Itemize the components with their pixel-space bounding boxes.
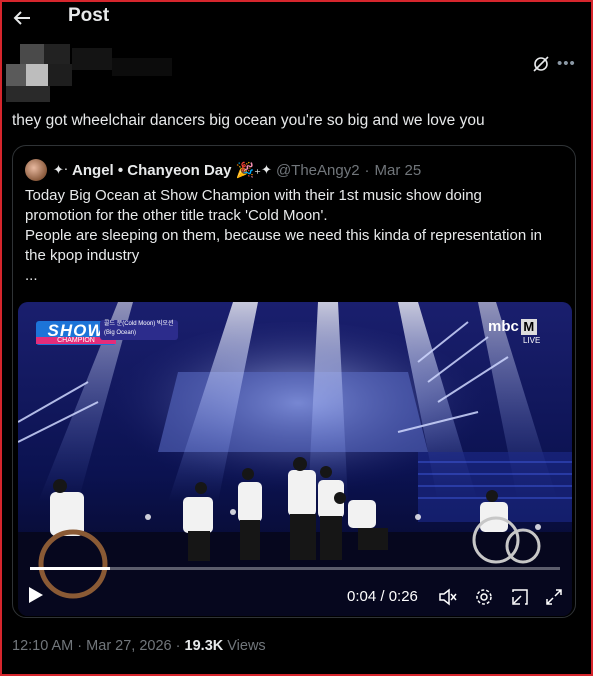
play-icon[interactable] xyxy=(28,586,44,604)
quote-header: ✦⋅ Angel • Chanyeon Day 🎉 ₊✦ @TheAngy2 ·… xyxy=(25,158,421,182)
sparkle-icon: ✦⋅ xyxy=(53,162,69,177)
party-icon: 🎉 xyxy=(235,162,255,179)
quote-line: Today Big Ocean at Show Champion with th… xyxy=(25,187,482,204)
video-controls: 0:04 / 0:26 xyxy=(18,572,572,616)
fullscreen-icon[interactable] xyxy=(544,587,564,607)
quote-line: the kpop industry xyxy=(25,247,140,264)
quote-line: promotion for the other title track 'Col… xyxy=(25,207,328,224)
post-meta: 12:10 AM · Mar 27, 2026 · 19.3K Views xyxy=(12,638,266,654)
grok-icon[interactable] xyxy=(531,54,551,74)
sparkle-icon-2: ₊✦ xyxy=(254,162,272,177)
separator-dot: · xyxy=(77,638,83,654)
views-label: Views xyxy=(227,638,266,654)
quote-author-avatar[interactable] xyxy=(25,159,47,181)
picture-in-picture-icon[interactable] xyxy=(510,587,530,607)
blurred-author-avatar[interactable] xyxy=(6,44,172,102)
post-date[interactable]: Mar 27, 2026 xyxy=(86,638,171,654)
more-icon[interactable]: ••• xyxy=(557,55,576,72)
post-time[interactable]: 12:10 AM xyxy=(12,638,73,654)
video-player[interactable]: SHOW CHAMPION 콜드 문(Cold Moon) 빅오션 (Big O… xyxy=(18,302,572,616)
back-arrow-icon[interactable] xyxy=(10,6,34,30)
video-progress-bar[interactable] xyxy=(30,567,560,570)
video-progress-fill xyxy=(30,567,110,570)
tweet-text: they got wheelchair dancers big ocean yo… xyxy=(12,112,485,129)
quote-handle[interactable]: @TheAngy2 xyxy=(276,162,360,179)
quote-author-name[interactable]: Angel • Chanyeon Day xyxy=(72,162,231,179)
song-tag: 콜드 문(Cold Moon) 빅오션 (Big Ocean) xyxy=(100,320,178,340)
views-count: 19.3K xyxy=(184,638,224,654)
settings-icon[interactable] xyxy=(474,587,494,607)
mute-icon[interactable] xyxy=(438,587,458,607)
quote-body: Today Big Ocean at Show Champion with th… xyxy=(25,186,565,286)
page-header: Post xyxy=(0,0,589,36)
quote-line: ... xyxy=(25,267,38,284)
video-timecode: 0:04 / 0:26 xyxy=(347,588,418,605)
broadcaster-logo: mbc M xyxy=(488,318,537,335)
quoted-tweet[interactable]: ✦⋅ Angel • Chanyeon Day 🎉 ₊✦ @TheAngy2 ·… xyxy=(12,145,576,618)
separator-dot: · xyxy=(175,638,181,654)
quote-time[interactable]: Mar 25 xyxy=(375,162,422,179)
page-title: Post xyxy=(68,5,110,26)
quote-line: People are sleeping on them, because we … xyxy=(25,227,543,244)
live-label: LIVE xyxy=(523,336,541,345)
separator-dot: · xyxy=(364,161,370,179)
